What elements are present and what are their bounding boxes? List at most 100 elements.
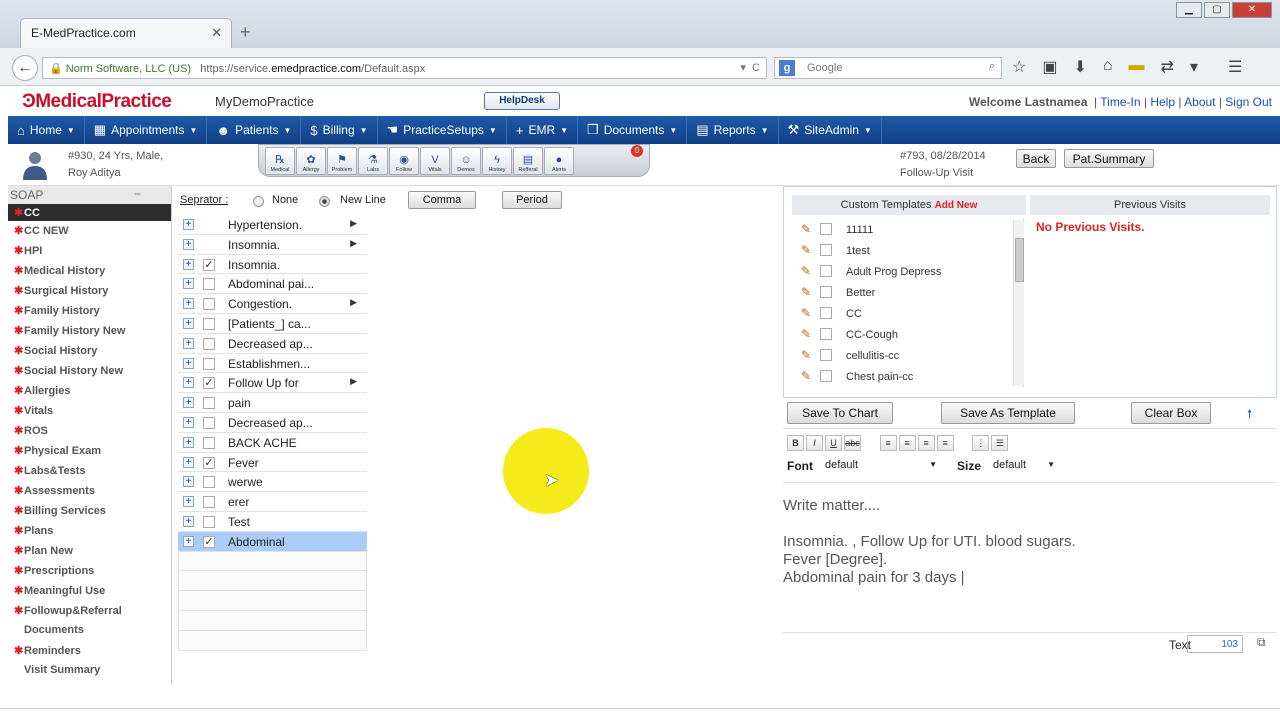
note-editor[interactable]: Write matter.... Insomnia. , Follow Up f… — [783, 482, 1277, 630]
phrase-checkbox[interactable]: ✓ — [203, 258, 215, 271]
phrase-row[interactable]: + Insomnia. ▶ — [178, 235, 367, 255]
maximize-icon[interactable]: ▢ — [1204, 2, 1230, 18]
browser-back-icon[interactable]: ← — [12, 55, 38, 81]
expand-icon[interactable]: + — [183, 337, 194, 349]
soap-item-vitals[interactable]: ✱Vitals — [8, 401, 171, 421]
phrase-checkbox[interactable] — [203, 496, 215, 509]
comma-button[interactable]: Comma — [408, 191, 476, 209]
menu-item-reports[interactable]: ▤ Reports ▼ — [687, 116, 779, 144]
soap-item-surgical-history[interactable]: ✱Surgical History — [8, 281, 171, 301]
soap-item-plan-new[interactable]: ✱Plan New — [8, 541, 171, 561]
expand-icon[interactable]: + — [183, 357, 194, 369]
toolbox-follow-button[interactable]: ◉ Follow — [389, 147, 419, 175]
clipboard-icon[interactable]: ▣ — [1042, 57, 1057, 77]
expand-icon[interactable]: + — [183, 258, 194, 270]
expand-icon[interactable]: + — [183, 219, 194, 230]
template-checkbox[interactable] — [820, 286, 832, 298]
soap-item-prescriptions[interactable]: ✱Prescriptions — [8, 561, 171, 581]
close-window-icon[interactable]: ✕ — [1232, 2, 1272, 18]
phrase-checkbox[interactable] — [203, 317, 215, 330]
template-item[interactable]: ✎ Chest pain-cc — [792, 366, 1023, 387]
expand-icon[interactable]: + — [183, 278, 194, 290]
edit-pencil-icon[interactable]: ✎ — [801, 369, 811, 383]
menu-item-emr[interactable]: + EMR ▼ — [507, 116, 579, 144]
phrase-checkbox[interactable] — [203, 515, 215, 528]
phrase-row[interactable]: + Establishmen... — [178, 354, 367, 374]
soap-item-billing-services[interactable]: ✱Billing Services — [8, 501, 171, 521]
expand-icon[interactable]: + — [183, 515, 194, 527]
menu-item-home[interactable]: ⌂ Home ▼ — [8, 116, 85, 144]
soap-item-social-history[interactable]: ✱Social History — [8, 341, 171, 361]
share-icon[interactable]: ⇄ — [1161, 57, 1174, 77]
align-left-icon[interactable]: ≡ — [879, 435, 897, 451]
expand-icon[interactable]: + — [183, 436, 194, 448]
menu-item-patients[interactable]: ☻ Patients ▼ — [207, 116, 302, 144]
expand-icon[interactable]: + — [183, 416, 194, 428]
bookmark-star-icon[interactable]: ☆ — [1012, 57, 1026, 77]
save-as-template-button[interactable]: Save As Template — [941, 402, 1075, 424]
phrase-checkbox[interactable] — [203, 278, 215, 291]
expand-icon[interactable]: + — [183, 317, 194, 329]
phrase-checkbox[interactable] — [203, 397, 215, 410]
edit-pencil-icon[interactable]: ✎ — [801, 243, 811, 257]
phrase-checkbox[interactable] — [203, 476, 215, 489]
underline-icon[interactable]: U — [825, 435, 842, 451]
template-checkbox[interactable] — [820, 349, 832, 361]
phrase-row[interactable]: + [Patients_] ca... — [178, 314, 367, 334]
toolbox-problem-button[interactable]: ⚑ Problem — [327, 147, 357, 175]
phrase-checkbox[interactable] — [203, 436, 215, 449]
phrase-row[interactable]: + Test — [178, 512, 367, 532]
template-item[interactable]: ✎ CC-Cough — [792, 324, 1023, 345]
bold-icon[interactable]: B — [787, 435, 804, 451]
expand-icon[interactable]: + — [183, 298, 194, 310]
template-scrollbar[interactable] — [1013, 220, 1024, 386]
menu-item-practicesetups[interactable]: ☚ PracticeSetups ▼ — [378, 116, 507, 144]
soap-item-visit-summary[interactable]: Visit Summary — [8, 661, 171, 681]
italic-icon[interactable]: I — [806, 435, 823, 451]
toolbox-demos-button[interactable]: ☺ Demos — [451, 147, 481, 175]
soap-item-family-history[interactable]: ✱Family History — [8, 301, 171, 321]
home-browser-icon[interactable]: ⌂ — [1103, 57, 1113, 77]
template-checkbox[interactable] — [820, 223, 832, 235]
resize-icon[interactable]: ⧉ — [1257, 635, 1266, 650]
search-icon[interactable]: ⌕ — [989, 60, 995, 73]
phrase-row[interactable]: + Abdominal pai... — [178, 274, 367, 295]
edit-pencil-icon[interactable]: ✎ — [801, 222, 811, 236]
edit-pencil-icon[interactable]: ✎ — [801, 285, 811, 299]
help-link[interactable]: Help — [1150, 95, 1175, 109]
phrase-checkbox[interactable] — [203, 298, 215, 311]
time-in-link[interactable]: Time-In — [1100, 95, 1140, 109]
pin-icon[interactable]: 🠕 — [1247, 405, 1252, 426]
justify-icon[interactable]: ≡ — [936, 435, 954, 451]
submenu-arrow-icon[interactable]: ▶ — [350, 238, 357, 249]
soap-item-cc[interactable]: ✱CC — [8, 204, 171, 221]
soap-item-family-history-new[interactable]: ✱Family History New — [8, 321, 171, 341]
template-item[interactable]: ✎ cellulitis-cc — [792, 345, 1023, 366]
back-button[interactable]: Back — [1016, 149, 1056, 168]
soap-item-cc-new[interactable]: ✱CC NEW — [8, 221, 171, 241]
phrase-row[interactable]: + Hypertension. ▶ — [178, 215, 367, 235]
menu-item-billing[interactable]: $ Billing ▼ — [301, 116, 378, 144]
separator-newline-radio[interactable] — [319, 196, 330, 207]
soap-item-physical-exam[interactable]: ✱Physical Exam — [8, 441, 171, 461]
phrase-row[interactable]: + ✓ Fever — [178, 453, 367, 473]
align-right-icon[interactable]: ≡ — [917, 435, 935, 451]
expand-icon[interactable]: + — [183, 456, 194, 468]
pat-summary-button[interactable]: Pat.Summary — [1064, 149, 1154, 168]
template-checkbox[interactable] — [820, 307, 832, 319]
soap-item-medical-history[interactable]: ✱Medical History — [8, 261, 171, 281]
template-item[interactable]: ✎ Better — [792, 282, 1023, 303]
phrase-checkbox[interactable] — [203, 416, 215, 429]
soap-item-hpi[interactable]: ✱HPI — [8, 241, 171, 261]
toolbox-history-button[interactable]: ϟ History — [482, 147, 512, 175]
add-new-template-link[interactable]: Add New — [935, 200, 978, 211]
template-checkbox[interactable] — [820, 265, 832, 277]
template-checkbox[interactable] — [820, 244, 832, 256]
template-item[interactable]: ✎ 1test — [792, 240, 1023, 261]
about-link[interactable]: About — [1184, 95, 1215, 109]
template-checkbox[interactable] — [820, 328, 832, 340]
helpdesk-button[interactable]: HelpDesk — [484, 92, 560, 110]
soap-item-followup-referral[interactable]: ✱Followup&Referral — [8, 601, 171, 621]
template-checkbox[interactable] — [820, 370, 832, 382]
align-center-icon[interactable]: ≡ — [898, 435, 916, 451]
